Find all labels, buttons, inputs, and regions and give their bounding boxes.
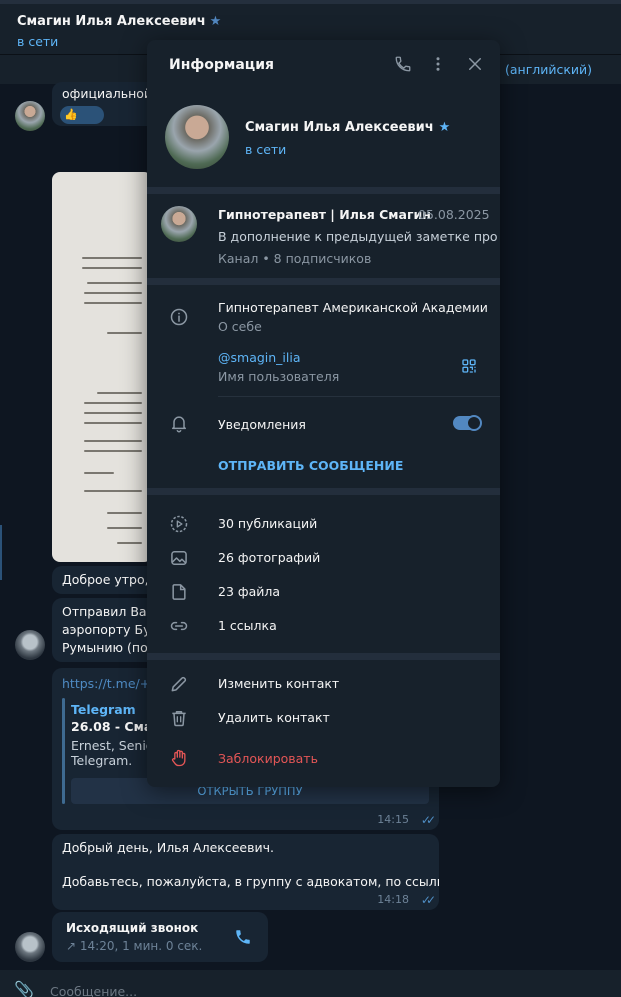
- premium-star-icon: ★: [209, 14, 222, 29]
- preview-desc: Telegram.: [71, 753, 133, 768]
- bio-label: О себе: [218, 319, 262, 334]
- photo-icon: [171, 551, 187, 565]
- reaction-emoji: 👍: [64, 108, 78, 121]
- username-value[interactable]: @smagin_ilia: [218, 350, 301, 365]
- divider: [218, 396, 500, 397]
- section-separator: [147, 187, 500, 194]
- message-text: Румынию (под: [62, 640, 157, 655]
- chat-title: Смагин Илья Алексеевич ★: [17, 14, 221, 29]
- message-text: Добавьтесь, пожалуйста, в группу с адвок…: [62, 874, 439, 889]
- profile-name: Смагин Илья Алексеевич: [245, 120, 434, 135]
- edit-contact-button[interactable]: Изменить контакт: [218, 676, 339, 691]
- call-message[interactable]: Исходящий звонок ↗ 14:20, 1 мин. 0 сек.: [52, 912, 268, 962]
- channel-meta: Канал • 8 подписчиков: [218, 251, 372, 266]
- close-icon[interactable]: [466, 55, 484, 73]
- channel-date: 05.08.2025: [418, 207, 490, 222]
- outgoing-arrow-icon: ↗: [66, 939, 77, 953]
- profile-name-row: Смагин Илья Алексеевич ★: [245, 120, 450, 135]
- qr-code-icon[interactable]: [461, 358, 477, 374]
- phone-icon[interactable]: [234, 928, 252, 946]
- media-files[interactable]: 23 файла: [218, 584, 280, 599]
- channel-name: Гипнотерапевт | Илья Смагин: [218, 207, 431, 222]
- more-vertical-icon[interactable]: [429, 55, 447, 73]
- section-separator: [147, 278, 500, 285]
- block-hand-icon: [171, 749, 186, 767]
- media-links[interactable]: 1 ссылка: [218, 618, 277, 633]
- call-icon[interactable]: [394, 55, 412, 73]
- channel-avatar: [161, 206, 197, 242]
- info-icon: [170, 308, 188, 326]
- message-composer[interactable]: 📎 Сообщение...: [0, 970, 621, 997]
- media-posts[interactable]: 30 публикаций: [218, 516, 317, 531]
- block-contact-button[interactable]: Заблокировать: [218, 751, 318, 766]
- avatar[interactable]: [15, 630, 45, 660]
- avatar[interactable]: [15, 932, 45, 962]
- call-title: Исходящий звонок: [66, 921, 199, 935]
- media-photos[interactable]: 26 фотографий: [218, 550, 320, 565]
- document-image[interactable]: [52, 172, 152, 562]
- reaction-chip[interactable]: 👍: [60, 106, 104, 124]
- section-separator: [147, 488, 500, 495]
- premium-star-icon: ★: [438, 120, 451, 135]
- channel-preview: В дополнение к предыдущей заметке про ..…: [218, 229, 500, 244]
- preview-site: Telegram: [71, 702, 136, 717]
- call-meta: 14:20, 1 мин. 0 сек.: [79, 939, 203, 953]
- notifications-toggle[interactable]: [453, 415, 482, 431]
- posts-icon: [170, 515, 188, 533]
- preview-desc: Ernest, Senior: [71, 738, 159, 753]
- delete-contact-button[interactable]: Удалить контакт: [218, 710, 330, 725]
- send-message-button[interactable]: ОТПРАВИТЬ СООБЩЕНИЕ: [218, 458, 403, 473]
- avatar[interactable]: [15, 101, 45, 131]
- read-checks-icon: ✓✓: [420, 893, 436, 907]
- preview-bar: [62, 698, 65, 804]
- message-text: Отправил Вам: [62, 604, 157, 619]
- info-panel: Информация Смагин Илья Алексеевич ★ в се…: [147, 40, 500, 787]
- pencil-icon: [171, 676, 187, 692]
- panel-title: Информация: [169, 57, 274, 73]
- bell-icon: [172, 416, 186, 433]
- link-icon: [170, 621, 188, 631]
- chat-status: в сети: [17, 34, 59, 49]
- message-time: 14:18: [377, 893, 409, 906]
- message-bubble[interactable]: Добрый день, Илья Алексеевич. Добавьтесь…: [52, 834, 439, 910]
- message-time: 14:15: [377, 813, 409, 826]
- bio-text[interactable]: Гипнотерапевт Американской Академии: [218, 300, 488, 315]
- pinned-text: (английский): [505, 62, 593, 77]
- profile-status: в сети: [245, 142, 287, 157]
- selection-accent: [0, 525, 2, 580]
- profile-avatar[interactable]: [165, 105, 229, 169]
- chat-name: Смагин Илья Алексеевич: [17, 14, 206, 29]
- message-text: официальной: [62, 86, 153, 101]
- trash-icon: [172, 711, 186, 727]
- notifications-label: Уведомления: [218, 417, 306, 432]
- composer-placeholder[interactable]: Сообщение...: [50, 984, 137, 997]
- file-icon: [172, 584, 186, 600]
- attach-icon[interactable]: 📎: [14, 980, 34, 997]
- username-label: Имя пользователя: [218, 369, 340, 384]
- section-separator: [147, 653, 500, 660]
- read-checks-icon: ✓✓: [420, 813, 436, 827]
- message-text: Добрый день, Илья Алексеевич.: [62, 840, 274, 855]
